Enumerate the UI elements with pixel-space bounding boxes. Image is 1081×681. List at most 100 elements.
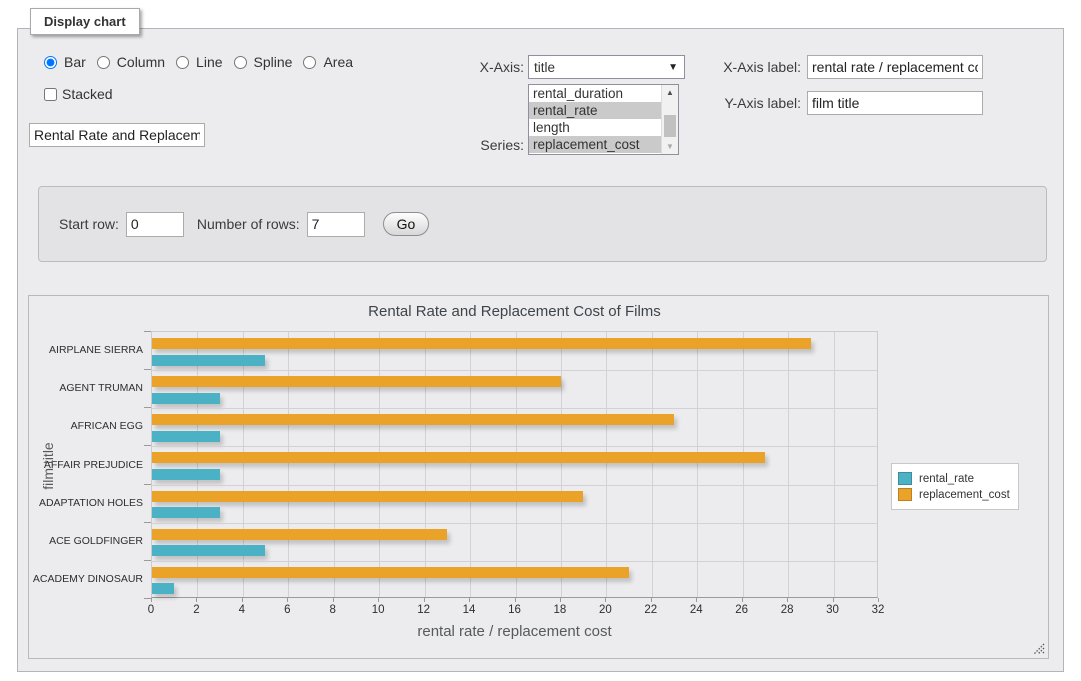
stacked-label: Stacked — [62, 86, 113, 102]
chart-type-option-label: Line — [196, 54, 222, 70]
bar-rental_rate — [152, 507, 220, 518]
plot-area — [151, 331, 878, 598]
start-row-input[interactable] — [126, 212, 184, 237]
chart-type-radio-line[interactable] — [176, 56, 189, 69]
legend-entry: rental_rate — [898, 472, 1010, 485]
chart-type-option-label: Area — [323, 54, 353, 70]
category-label: AGENT TRUMAN — [29, 382, 143, 394]
x-tick-mark — [878, 598, 879, 602]
bar-replacement_cost — [152, 376, 561, 387]
scroll-up-icon[interactable]: ▲ — [662, 85, 678, 100]
gridline — [743, 332, 744, 597]
bar-replacement_cost — [152, 491, 583, 502]
chart-title-input[interactable] — [29, 123, 205, 147]
row-range-box: Start row: Number of rows: Go — [38, 186, 1047, 262]
gridline — [334, 332, 335, 597]
stacked-checkbox[interactable] — [44, 88, 57, 101]
display-chart-panel: Display chart BarColumnLineSplineArea St… — [17, 28, 1064, 672]
gridline — [652, 332, 653, 597]
stacked-checkbox-row: Stacked — [44, 86, 113, 102]
series-option-replacement_cost[interactable]: replacement_cost — [529, 136, 661, 153]
x-tick-mark — [151, 598, 152, 602]
x-tick-mark — [424, 598, 425, 602]
x-tick-label: 14 — [449, 604, 489, 616]
legend-entry: replacement_cost — [898, 488, 1010, 501]
x-tick-mark — [196, 598, 197, 602]
gridline — [379, 332, 380, 597]
x-tick-label: 2 — [176, 604, 216, 616]
bar-replacement_cost — [152, 529, 447, 540]
category-label: ACADEMY DINOSAUR — [29, 573, 143, 585]
chart-type-radio-column[interactable] — [97, 56, 110, 69]
chart-type-option-label: Column — [117, 54, 165, 70]
num-rows-input[interactable] — [307, 212, 365, 237]
x-tick-label: 18 — [540, 604, 580, 616]
x-tick-mark — [515, 598, 516, 602]
gridline — [425, 332, 426, 597]
gridline — [561, 332, 562, 597]
gridline — [152, 561, 877, 562]
chart-type-option-label: Spline — [254, 54, 293, 70]
bar-rental_rate — [152, 355, 265, 366]
y-tick-mark — [144, 484, 151, 485]
panel-title: Display chart — [30, 8, 140, 35]
x-tick-mark — [469, 598, 470, 602]
y-axis-label-label: Y-Axis label: — [706, 95, 801, 111]
bar-rental_rate — [152, 431, 220, 442]
chart-type-radio-spline[interactable] — [234, 56, 247, 69]
x-tick-label: 6 — [267, 604, 307, 616]
legend-swatch-replacement_cost — [898, 488, 912, 501]
bar-replacement_cost — [152, 452, 765, 463]
gridline — [606, 332, 607, 597]
series-listbox[interactable]: rental_durationrental_ratelengthreplacem… — [528, 84, 679, 155]
y-tick-mark — [144, 369, 151, 370]
x-tick-label: 12 — [404, 604, 444, 616]
x-tick-mark — [242, 598, 243, 602]
resize-grip-icon[interactable] — [1033, 643, 1045, 655]
x-tick-mark — [787, 598, 788, 602]
scroll-down-icon[interactable]: ▼ — [662, 139, 678, 154]
y-axis-title: film title — [40, 411, 56, 521]
listbox-scrollbar[interactable]: ▲ ▼ — [661, 85, 678, 154]
x-tick-label: 28 — [767, 604, 807, 616]
x-axis-label-input[interactable] — [807, 55, 983, 79]
x-axis-select[interactable]: title ▼ — [528, 55, 685, 79]
x-tick-label: 0 — [131, 604, 171, 616]
bar-rental_rate — [152, 545, 265, 556]
x-axis-select-label: X-Axis: — [448, 59, 524, 75]
x-tick-mark — [378, 598, 379, 602]
x-tick-label: 24 — [676, 604, 716, 616]
y-tick-mark — [144, 522, 151, 523]
category-label: ACE GOLDFINGER — [29, 535, 143, 547]
x-tick-label: 20 — [585, 604, 625, 616]
series-option-rental_rate[interactable]: rental_rate — [529, 102, 661, 119]
x-tick-label: 8 — [313, 604, 353, 616]
chart-type-radio-area[interactable] — [303, 56, 316, 69]
chart-legend: rental_rate replacement_cost — [891, 463, 1019, 510]
y-tick-mark — [144, 331, 151, 332]
chevron-down-icon: ▼ — [668, 62, 678, 73]
series-option-rental_duration[interactable]: rental_duration — [529, 85, 661, 102]
chart-type-radio-bar[interactable] — [44, 56, 57, 69]
x-tick-label: 4 — [222, 604, 262, 616]
start-row-label: Start row: — [59, 216, 119, 232]
y-tick-mark — [144, 407, 151, 408]
bar-rental_rate — [152, 469, 220, 480]
legend-label: replacement_cost — [919, 489, 1010, 501]
y-tick-mark — [144, 445, 151, 446]
go-button[interactable]: Go — [383, 212, 430, 236]
x-axis-title: rental rate / replacement cost — [151, 623, 878, 640]
bar-rental_rate — [152, 583, 174, 594]
gridline — [243, 332, 244, 597]
x-tick-label: 32 — [858, 604, 898, 616]
x-tick-mark — [833, 598, 834, 602]
scrollbar-thumb[interactable] — [664, 115, 676, 137]
series-option-length[interactable]: length — [529, 119, 661, 136]
legend-label: rental_rate — [919, 473, 974, 485]
series-list-label: Series: — [448, 137, 524, 153]
num-rows-label: Number of rows: — [197, 216, 300, 232]
chart-type-option-label: Bar — [64, 54, 86, 70]
y-axis-label-input[interactable] — [807, 91, 983, 115]
gridline — [697, 332, 698, 597]
x-tick-mark — [696, 598, 697, 602]
